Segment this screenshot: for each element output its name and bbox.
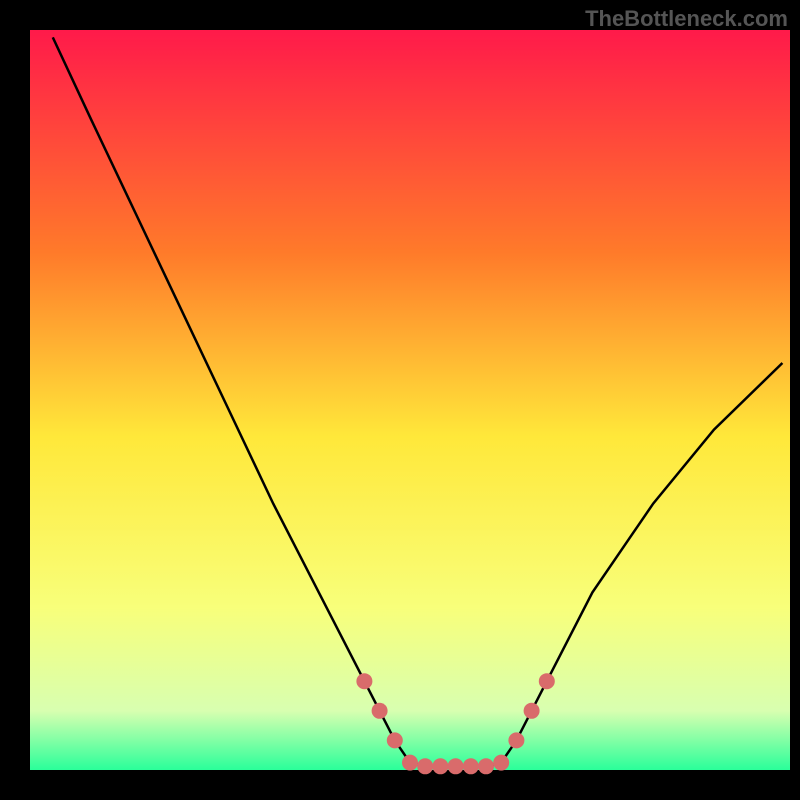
watermark-text: TheBottleneck.com [585,6,788,32]
data-marker [524,703,540,719]
data-marker [432,758,448,774]
data-marker [539,673,555,689]
data-marker [417,758,433,774]
data-marker [493,755,509,771]
plot-background [30,30,790,770]
data-marker [372,703,388,719]
data-marker [478,758,494,774]
data-marker [402,755,418,771]
bottleneck-chart [0,0,800,800]
data-marker [448,758,464,774]
data-marker [387,732,403,748]
chart-svg [0,0,800,800]
data-marker [508,732,524,748]
data-marker [356,673,372,689]
data-marker [463,758,479,774]
